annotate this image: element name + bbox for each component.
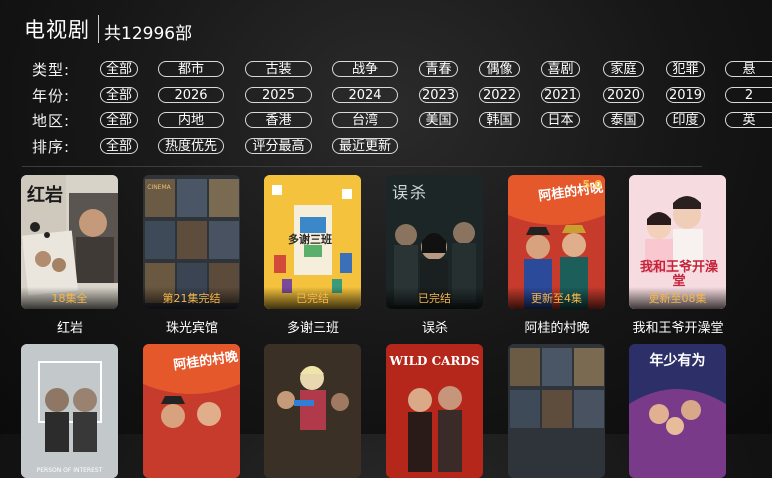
poster-title-text: WILD CARDS [389, 354, 480, 368]
filter-row-sort: 排序: 全部 热度优先 评分最高 最近更新 [32, 134, 772, 160]
poster-art [21, 344, 118, 478]
chip-type-crime[interactable]: 犯罪 [666, 61, 705, 77]
show-card-row2-6[interactable]: 年少有为 [629, 344, 726, 478]
show-card-row2-4[interactable]: WILD CARDS [386, 344, 483, 478]
show-title: 珠光宾馆 [165, 321, 218, 336]
chip-sort-rating[interactable]: 评分最高 [245, 137, 312, 154]
filter-label-type: 类型: [32, 61, 71, 80]
filter-label-year: 年份: [32, 86, 71, 105]
chip-year-2025[interactable]: 2025 [245, 86, 312, 103]
chip-year-2026[interactable]: 2026 [158, 86, 224, 103]
chip-type-costume[interactable]: 古装 [245, 61, 312, 77]
poster[interactable]: 误杀 已完结 [386, 175, 483, 309]
poster-title-text: 我和王爷开澡堂 [639, 260, 718, 289]
filter-panel: 类型: 全部 都市 古装 战争 青春 偶像 喜剧 家庭 犯罪 悬 年份: 全部 … [32, 57, 772, 159]
chip-type-family[interactable]: 家庭 [603, 61, 644, 77]
chip-year-2021[interactable]: 2021 [541, 86, 580, 103]
chip-region-taiwan[interactable]: 台湾 [332, 112, 398, 128]
show-title: 阿桂的村晚 [524, 321, 590, 336]
poster-art [508, 344, 605, 478]
episode-badge: 更新至08集 [629, 287, 726, 309]
poster[interactable]: 阿桂的村晚 [143, 344, 240, 478]
filter-row-type: 类型: 全部 都市 古装 战争 青春 偶像 喜剧 家庭 犯罪 悬 [32, 57, 772, 83]
chip-region-hongkong[interactable]: 香港 [245, 112, 312, 128]
chip-type-youth[interactable]: 青春 [419, 61, 458, 77]
total-count: 共12996部 [104, 23, 193, 44]
poster[interactable] [264, 344, 361, 478]
poster-title-text: 年少有为 [649, 353, 706, 369]
chip-type-war[interactable]: 战争 [332, 61, 398, 77]
episode-badge: 更新至4集 [508, 287, 605, 309]
poster[interactable]: WILD CARDS [386, 344, 483, 478]
poster-title-text: 误杀 [392, 183, 429, 202]
show-card-hongyan[interactable]: 红岩 18集全 红岩 [21, 175, 118, 336]
chip-year-2023[interactable]: 2023 [419, 86, 458, 103]
chip-region-all[interactable]: 全部 [100, 112, 138, 128]
poster[interactable]: 阿桂的村晚 5.0 更新至4集 [508, 175, 605, 309]
header-divider [98, 15, 99, 43]
poster[interactable] [508, 344, 605, 478]
show-card-zhuguang[interactable]: CINEMA 第21集完结 珠光宾馆 [143, 175, 240, 336]
show-title: 多谢三班 [286, 321, 339, 336]
chip-sort-popular[interactable]: 热度优先 [158, 137, 224, 154]
episode-badge: 已完结 [264, 287, 361, 309]
show-title: 误杀 [421, 321, 448, 336]
show-card-wangye[interactable]: 我和王爷开澡堂 更新至08集 我和王爷开澡堂 [629, 175, 726, 336]
chip-sort-all[interactable]: 全部 [100, 137, 138, 154]
show-card-row2-2[interactable]: 阿桂的村晚 [143, 344, 240, 478]
chip-type-urban[interactable]: 都市 [158, 61, 224, 77]
show-card-duoxie[interactable]: 多谢三班 已完结 多谢三班 [264, 175, 361, 336]
poster[interactable]: 红岩 18集全 [21, 175, 118, 309]
episode-badge: 第21集完结 [143, 287, 240, 309]
chip-type-more[interactable]: 悬 [725, 61, 772, 77]
filter-label-sort: 排序: [32, 137, 71, 156]
show-card-agui[interactable]: 阿桂的村晚 5.0 更新至4集 阿桂的村晚 [508, 175, 605, 336]
show-title: 红岩 [56, 321, 83, 336]
chip-year-2020[interactable]: 2020 [603, 86, 644, 103]
chip-year-more[interactable]: 2 [725, 86, 772, 103]
chip-region-mainland[interactable]: 内地 [158, 112, 224, 128]
chip-region-thailand[interactable]: 泰国 [603, 112, 644, 128]
chip-region-india[interactable]: 印度 [666, 112, 705, 128]
section-divider [22, 166, 702, 167]
chip-year-2022[interactable]: 2022 [479, 86, 520, 103]
chip-year-2019[interactable]: 2019 [666, 86, 705, 103]
chip-sort-latest[interactable]: 最近更新 [332, 137, 398, 154]
chip-region-japan[interactable]: 日本 [541, 112, 580, 128]
page-header: 电视剧 共12996部 [24, 12, 192, 46]
episode-badge: 18集全 [21, 287, 118, 309]
chip-year-all[interactable]: 全部 [100, 86, 138, 103]
show-card-wusha[interactable]: 误杀 已完结 误杀 [386, 175, 483, 336]
chip-region-more[interactable]: 英 [725, 112, 772, 128]
poster-art [264, 344, 361, 478]
filter-row-region: 地区: 全部 内地 香港 台湾 美国 韩国 日本 泰国 印度 英 [32, 108, 772, 134]
chip-type-all[interactable]: 全部 [100, 61, 138, 77]
filter-label-region: 地区: [32, 112, 71, 131]
show-card-row2-1[interactable]: PERSON OF INTEREST [21, 344, 118, 478]
show-card-row2-3[interactable] [264, 344, 361, 478]
chip-region-usa[interactable]: 美国 [419, 112, 458, 128]
svg-text:CINEMA: CINEMA [147, 184, 171, 191]
rating-badge: 5.0 [582, 178, 603, 191]
episode-badge: 已完结 [386, 287, 483, 309]
poster-title-text: PERSON OF INTEREST [36, 467, 103, 474]
poster[interactable]: 我和王爷开澡堂 更新至08集 [629, 175, 726, 309]
poster[interactable]: PERSON OF INTEREST [21, 344, 118, 478]
show-card-row2-5[interactable] [508, 344, 605, 478]
poster[interactable]: 年少有为 [629, 344, 726, 478]
show-title: 我和王爷开澡堂 [632, 321, 724, 336]
filter-row-year: 年份: 全部 2026 2025 2024 2023 2022 2021 202… [32, 83, 772, 109]
page-title: 电视剧 [24, 18, 90, 42]
poster[interactable]: CINEMA 第21集完结 [143, 175, 240, 309]
chip-type-comedy[interactable]: 喜剧 [541, 61, 580, 77]
chip-region-korea[interactable]: 韩国 [479, 112, 520, 128]
chip-year-2024[interactable]: 2024 [332, 86, 398, 103]
poster-title-text: 多谢三班 [288, 233, 332, 246]
chip-type-idol[interactable]: 偶像 [479, 61, 520, 77]
poster-title-text: 红岩 [27, 185, 63, 206]
poster[interactable]: 多谢三班 已完结 [264, 175, 361, 309]
